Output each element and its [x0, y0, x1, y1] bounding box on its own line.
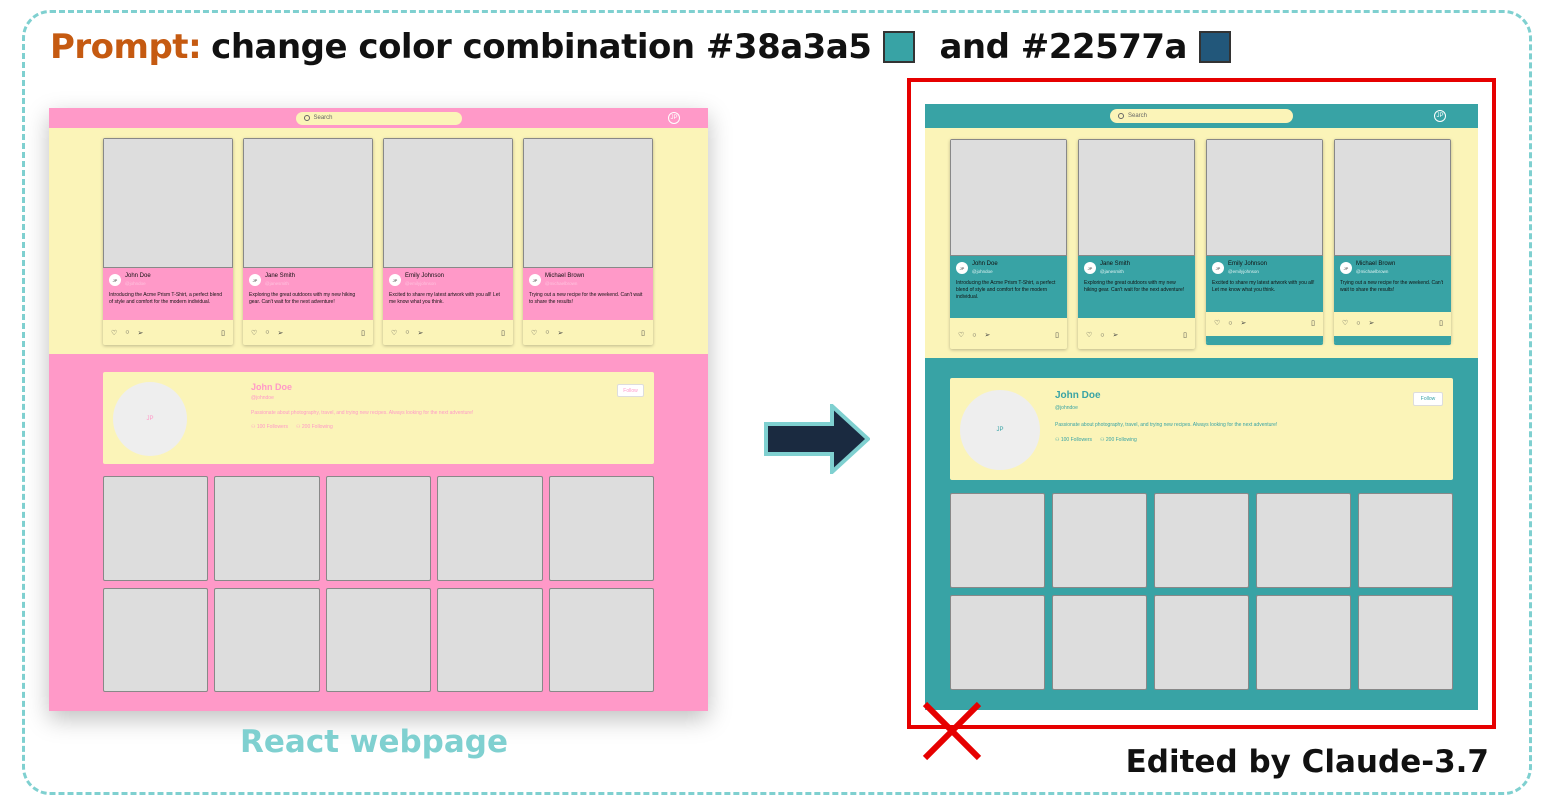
comment-icon[interactable]: ○ [545, 329, 549, 336]
avatar: JP [109, 274, 121, 286]
avatar: JP [249, 274, 261, 286]
highlight-box [907, 78, 1496, 729]
avatar: JP [529, 274, 541, 286]
post-author: Jane Smith [265, 273, 296, 279]
bookmark-icon[interactable]: ▯ [641, 329, 645, 337]
comment-icon[interactable]: ○ [405, 329, 409, 336]
grid-photo[interactable] [214, 476, 320, 581]
caption-edited-by: Edited by Claude-3.7 [1125, 744, 1489, 780]
bookmark-icon[interactable]: ▯ [361, 329, 365, 337]
comment-icon[interactable]: ○ [265, 329, 269, 336]
post-image [523, 138, 653, 268]
send-icon[interactable]: ➢ [558, 329, 564, 337]
post-handle: @johndoe [125, 281, 146, 286]
post-image [383, 138, 513, 268]
post-actions: ♡ ○ ➢ ▯ [243, 320, 373, 345]
grid-photo[interactable] [548, 587, 654, 692]
profile-avatar: JP [113, 382, 187, 456]
post-caption: Introducing the Acme Prism T-Shirt, a pe… [109, 292, 223, 305]
profile-bio: Passionate about photography, travel, an… [251, 410, 474, 416]
grid-photo[interactable] [548, 476, 654, 581]
grid-photo[interactable] [103, 476, 209, 581]
profile-stats: ⚇ 100 Followers ⚇ 200 Following [251, 424, 333, 430]
post-caption: Excited to share my latest artwork with … [389, 292, 500, 305]
feed-section: JP John Doe @johndoe Introducing the Acme… [49, 128, 708, 354]
profile-name: John Doe [251, 382, 293, 392]
post-info: JP Michael Brown @michaelbrown Trying out… [523, 268, 653, 320]
color-swatch-38a3a5 [883, 31, 916, 63]
post-caption: Trying out a new recipe for the weekend.… [529, 292, 643, 305]
post-info: JP John Doe @johndoe Introducing the Acme… [103, 268, 233, 320]
post-author: Emily Johnson [405, 273, 445, 279]
profile-handle: @johndoe [251, 395, 274, 401]
post-author: Michael Brown [545, 273, 585, 279]
arrow-right-icon [764, 404, 870, 474]
grid-photo[interactable] [103, 587, 209, 692]
post-info: JP Emily Johnson @emilyjohnson Excited to… [383, 268, 513, 320]
grid-photo[interactable] [325, 587, 432, 692]
post-card: JP Jane Smith @janesmith Exploring the gr… [243, 138, 373, 345]
prompt-line: Prompt: change color combination #38a3a5… [50, 24, 1231, 70]
send-icon[interactable]: ➢ [138, 329, 144, 337]
bookmark-icon[interactable]: ▯ [501, 329, 505, 337]
search-icon [303, 115, 310, 121]
post-handle: @emilyjohnson [405, 281, 436, 286]
original-webpage: Search JP JP John Doe @johndoe Introducin… [49, 108, 708, 711]
search-placeholder: Search [313, 115, 333, 121]
profile-card: JP John Doe @johndoe Passionate about ph… [103, 372, 654, 464]
grid-photo[interactable] [437, 476, 543, 581]
send-icon[interactable]: ➢ [418, 329, 424, 337]
post-image [103, 138, 233, 268]
follow-button[interactable]: Follow [617, 384, 644, 397]
post-info: JP Jane Smith @janesmith Exploring the gr… [243, 268, 373, 320]
grid-photo[interactable] [214, 587, 320, 692]
grid-photo[interactable] [325, 476, 432, 581]
post-handle: @janesmith [265, 281, 289, 286]
red-x-icon [922, 701, 982, 761]
prompt-text-and: and #22577a [939, 27, 1187, 67]
heart-icon[interactable]: ♡ [251, 329, 257, 337]
post-caption: Exploring the great outdoors with my new… [249, 292, 356, 305]
post-card: JP Emily Johnson @emilyjohnson Excited to… [383, 138, 513, 345]
post-author: John Doe [125, 273, 151, 279]
post-cards: JP John Doe @johndoe Introducing the Acme… [103, 138, 653, 345]
prompt-text: change color combination #38a3a5 [211, 27, 872, 67]
following-count: ⚇ 200 Following [296, 424, 333, 430]
heart-icon[interactable]: ♡ [111, 329, 117, 337]
avatar[interactable]: JP [668, 112, 680, 124]
post-image [243, 138, 373, 268]
topbar: Search JP [49, 108, 708, 128]
avatar: JP [389, 274, 401, 286]
bookmark-icon[interactable]: ▯ [221, 329, 225, 337]
post-card: JP John Doe @johndoe Introducing the Acme… [103, 138, 233, 345]
search-input[interactable]: Search [295, 111, 462, 125]
prompt-label: Prompt: [50, 27, 202, 67]
post-handle: @michaelbrown [545, 281, 578, 286]
post-actions: ♡ ○ ➢ ▯ [523, 320, 653, 345]
color-swatch-22577a [1198, 31, 1231, 63]
post-actions: ♡ ○ ➢ ▯ [103, 320, 233, 345]
grid-photo[interactable] [437, 587, 543, 692]
heart-icon[interactable]: ♡ [531, 329, 537, 337]
post-actions: ♡ ○ ➢ ▯ [383, 320, 513, 345]
post-card: JP Michael Brown @michaelbrown Trying out… [523, 138, 653, 345]
photo-grid [103, 476, 654, 692]
send-icon[interactable]: ➢ [278, 329, 284, 337]
heart-icon[interactable]: ♡ [391, 329, 397, 337]
comment-icon[interactable]: ○ [125, 329, 129, 336]
caption-react-webpage: React webpage [240, 724, 508, 760]
followers-count: ⚇ 100 Followers [251, 424, 289, 430]
